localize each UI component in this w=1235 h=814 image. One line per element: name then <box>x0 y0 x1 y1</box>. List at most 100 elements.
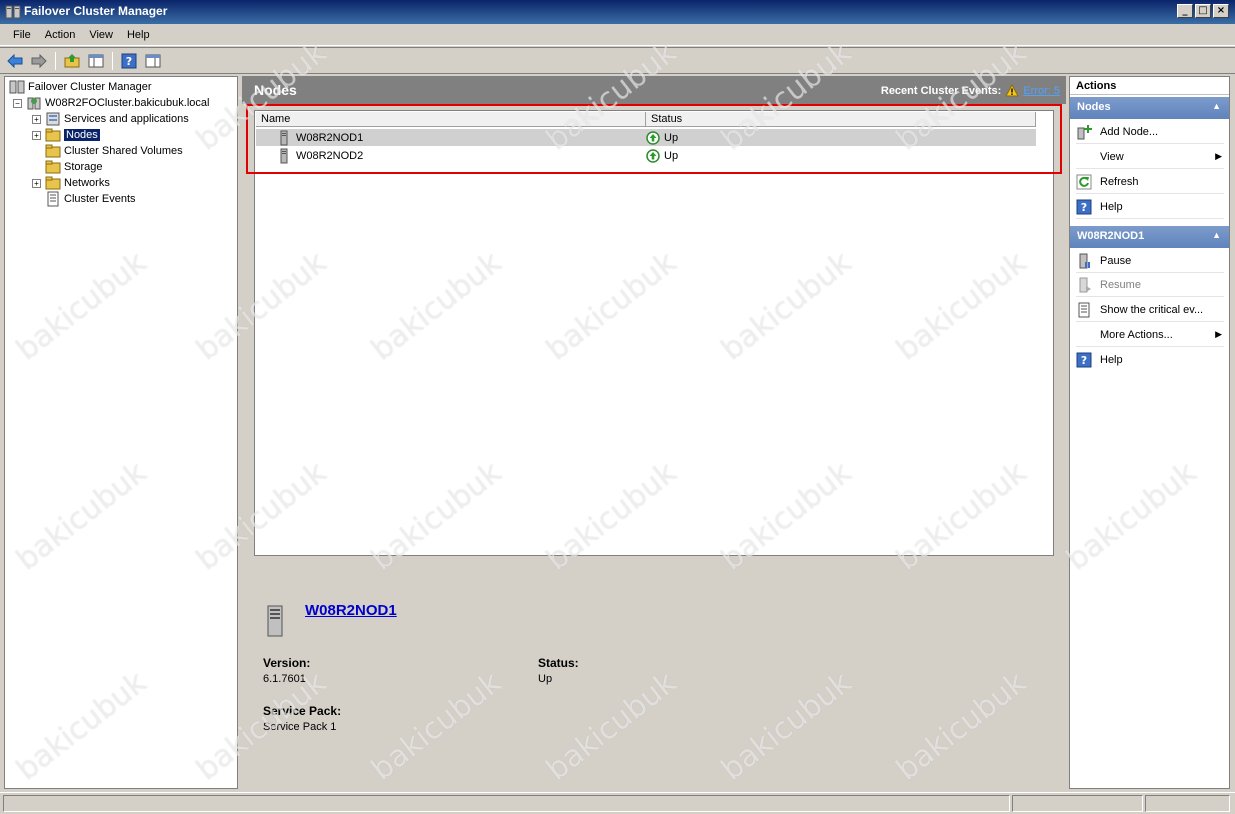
section-label: W08R2NOD1 <box>1077 230 1145 242</box>
svg-text:?: ? <box>1081 354 1087 367</box>
status-up-icon <box>646 148 660 163</box>
action-add-node[interactable]: Add Node... <box>1076 120 1224 144</box>
tree-item-nodes[interactable]: + Nodes <box>32 127 100 143</box>
networks-icon <box>45 176 61 190</box>
cluster-icon <box>27 97 41 110</box>
action-pane-icon <box>145 54 161 67</box>
maximize-button[interactable]: □ <box>1195 4 1211 18</box>
close-button[interactable]: × <box>1213 4 1229 18</box>
tree-label: W08R2FOCluster.bakicubuk.local <box>45 97 210 109</box>
cluster-manager-icon <box>9 80 25 94</box>
action-label: Resume <box>1100 278 1141 291</box>
back-button[interactable] <box>4 51 26 71</box>
up-folder-button[interactable] <box>61 51 83 71</box>
action-resume[interactable]: Resume <box>1076 273 1224 297</box>
minimize-button[interactable]: _ <box>1177 4 1193 18</box>
up-folder-icon <box>64 53 80 67</box>
tree-label: Cluster Shared Volumes <box>64 145 183 157</box>
version-value: 6.1.7601 <box>263 673 306 685</box>
recent-events: Recent Cluster Events: Error: 5 <box>881 84 1060 97</box>
help-button[interactable]: ? <box>118 51 140 71</box>
action-label: Help <box>1100 354 1123 366</box>
page-title: Nodes <box>254 82 297 98</box>
node-name: W08R2NOD2 <box>296 149 364 162</box>
refresh-icon <box>1076 174 1092 189</box>
menu-view[interactable]: View <box>82 27 120 43</box>
nodes-list: Name Status W08R2NOD1 Up W08R2NOD2 Up <box>254 110 1054 556</box>
submenu-arrow-icon: ▶ <box>1215 329 1222 339</box>
actions-section-nodes[interactable]: Nodes ▲ <box>1070 97 1229 119</box>
action-label: Help <box>1100 200 1123 213</box>
service-pack-value: Service Pack 1 <box>263 721 337 733</box>
column-header-status[interactable]: Status <box>646 112 1036 127</box>
results-pane: Nodes Recent Cluster Events: Error: 5 Na… <box>242 76 1066 789</box>
tree-item-storage[interactable]: Storage <box>45 159 103 175</box>
action-view[interactable]: View ▶ <box>1076 145 1224 169</box>
table-row[interactable]: W08R2NOD1 Up <box>256 129 1036 146</box>
status-bar <box>0 792 1235 814</box>
show-hide-tree-button[interactable] <box>85 51 107 71</box>
tree-item-events[interactable]: Cluster Events <box>45 191 136 207</box>
console-tree-icon <box>88 54 104 67</box>
tree-item-root[interactable]: Failover Cluster Manager <box>9 79 152 95</box>
collapse-caret-icon: ▲ <box>1212 101 1221 111</box>
storage-icon <box>45 160 61 174</box>
node-detail-link[interactable]: W08R2NOD1 <box>305 602 397 619</box>
tree-label: Services and applications <box>64 113 189 125</box>
node-status: Up <box>664 131 679 144</box>
status-cell-3 <box>1145 795 1230 812</box>
list-header: Name Status <box>256 112 1036 127</box>
forward-arrow-icon <box>31 53 47 68</box>
expand-icon[interactable]: + <box>32 178 41 188</box>
status-cell-2 <box>1012 795 1143 812</box>
tree-label: Networks <box>64 177 110 189</box>
action-refresh[interactable]: Refresh <box>1076 170 1224 194</box>
error-events-link[interactable]: Error: 5 <box>1023 85 1060 97</box>
action-label: Refresh <box>1100 175 1139 188</box>
tree-item-networks[interactable]: + Networks <box>32 175 110 191</box>
tree-label: Nodes <box>64 129 100 141</box>
action-help-node[interactable]: ? Help <box>1076 348 1224 372</box>
action-help[interactable]: ? Help <box>1076 195 1224 219</box>
tree-item-services[interactable]: + Services and applications <box>32 111 189 127</box>
forward-button[interactable] <box>28 51 50 71</box>
actions-title: Actions <box>1070 77 1229 95</box>
menu-file[interactable]: File <box>6 27 38 43</box>
pause-node-icon <box>1079 253 1090 268</box>
services-icon <box>46 112 60 126</box>
toolbar: ? <box>0 47 1235 74</box>
status-cell-main <box>3 795 1010 812</box>
help-icon: ? <box>121 53 137 68</box>
tree-label: Failover Cluster Manager <box>28 81 152 93</box>
show-hide-action-pane-button[interactable] <box>142 51 164 71</box>
column-header-name[interactable]: Name <box>256 112 646 127</box>
actions-section-node[interactable]: W08R2NOD1 ▲ <box>1070 226 1229 248</box>
tree-item-csv[interactable]: Cluster Shared Volumes <box>45 143 183 159</box>
action-pause[interactable]: Pause <box>1076 249 1224 273</box>
collapse-icon[interactable]: − <box>13 98 22 108</box>
console-tree: Failover Cluster Manager − W08R2FOCluste… <box>4 76 238 789</box>
menu-help[interactable]: Help <box>120 27 157 43</box>
status-up-icon <box>646 130 660 145</box>
action-label: Add Node... <box>1100 125 1159 138</box>
collapse-caret-icon: ▲ <box>1212 230 1221 240</box>
server-node-icon <box>280 130 288 145</box>
table-row[interactable]: W08R2NOD2 Up <box>256 147 1036 164</box>
expand-icon[interactable]: + <box>32 114 41 124</box>
action-show-critical-events[interactable]: Show the critical ev... <box>1076 298 1224 322</box>
node-name: W08R2NOD1 <box>296 131 364 144</box>
actions-pane: Actions Nodes ▲ Add Node... View ▶ Refre… <box>1069 76 1230 789</box>
action-more-actions[interactable]: More Actions... ▶ <box>1076 323 1224 347</box>
node-details: W08R2NOD1 Version: 6.1.7601 Status: Up S… <box>242 566 1066 789</box>
action-label: Show the critical ev... <box>1100 303 1204 316</box>
expand-icon[interactable]: + <box>32 130 41 140</box>
menu-action[interactable]: Action <box>38 27 83 43</box>
node-status: Up <box>664 149 679 162</box>
menu-bar: File Action View Help <box>0 24 1235 46</box>
svg-text:?: ? <box>126 55 132 68</box>
cluster-manager-icon <box>5 5 21 19</box>
tree-label: Storage <box>64 161 103 173</box>
tree-item-cluster[interactable]: − W08R2FOCluster.bakicubuk.local <box>13 95 209 111</box>
tree-label: Cluster Events <box>64 193 136 205</box>
action-label: View <box>1100 150 1124 163</box>
